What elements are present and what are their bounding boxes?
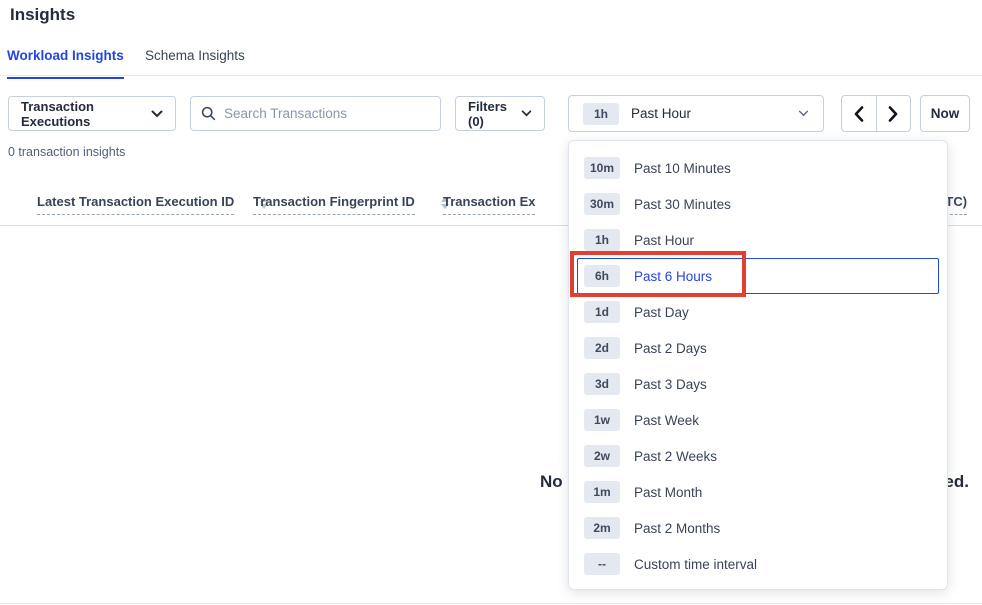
time-interval-option[interactable]: 2m Past 2 Months bbox=[577, 510, 939, 546]
interval-badge: 1w bbox=[584, 409, 620, 431]
interval-badge: 30m bbox=[584, 193, 620, 215]
time-interval-option[interactable]: 2w Past 2 Weeks bbox=[577, 438, 939, 474]
now-button[interactable]: Now bbox=[920, 95, 970, 132]
interval-label: Past Day bbox=[634, 305, 689, 320]
interval-label: Past 2 Days bbox=[634, 341, 707, 356]
table-column-header[interactable]: Latest Transaction Execution ID bbox=[37, 194, 268, 215]
search-transactions-box[interactable] bbox=[190, 96, 441, 131]
interval-badge: 1h bbox=[584, 229, 620, 251]
bottom-divider bbox=[0, 603, 982, 604]
table-column-header[interactable]: Transaction Ex bbox=[443, 194, 535, 215]
interval-badge: -- bbox=[584, 553, 620, 575]
chevron-left-icon bbox=[854, 106, 864, 122]
interval-badge: 2d bbox=[584, 337, 620, 359]
interval-label: Past Hour bbox=[634, 233, 694, 248]
time-interval-option[interactable]: 10m Past 10 Minutes bbox=[577, 150, 939, 186]
interval-label: Past Month bbox=[634, 485, 702, 500]
interval-label: Past 2 Months bbox=[634, 521, 720, 536]
column-label: Transaction Fingerprint ID bbox=[253, 194, 415, 215]
interval-badge: 2m bbox=[584, 517, 620, 539]
interval-badge: 1m bbox=[584, 481, 620, 503]
time-interval-option[interactable]: 30m Past 30 Minutes bbox=[577, 186, 939, 222]
interval-badge: 10m bbox=[584, 157, 620, 179]
interval-label: Past 6 Hours bbox=[634, 269, 712, 284]
interval-label: Past 30 Minutes bbox=[634, 197, 731, 212]
interval-badge: 1d bbox=[584, 301, 620, 323]
interval-label: Past Week bbox=[634, 413, 699, 428]
time-interval-option[interactable]: 6h Past 6 Hours bbox=[577, 258, 939, 294]
time-interval-option[interactable]: 1h Past Hour bbox=[577, 222, 939, 258]
time-pager bbox=[841, 95, 911, 132]
column-label: Latest Transaction Execution ID bbox=[37, 194, 234, 215]
table-column-header[interactable]: Transaction Fingerprint ID bbox=[253, 194, 449, 215]
column-label: Transaction Ex bbox=[443, 194, 535, 215]
time-interval-option[interactable]: 1d Past Day bbox=[577, 294, 939, 330]
time-interval-option[interactable]: -- Custom time interval bbox=[577, 546, 939, 582]
time-interval-option[interactable]: 1m Past Month bbox=[577, 474, 939, 510]
chevron-down-icon bbox=[798, 110, 809, 117]
time-interval-option[interactable]: 1w Past Week bbox=[577, 402, 939, 438]
tab-schema-insights[interactable]: Schema Insights bbox=[145, 48, 245, 77]
transaction-type-label: Transaction Executions bbox=[21, 99, 151, 129]
time-interval-dropdown-menu: 10m Past 10 Minutes 30m Past 30 Minutes … bbox=[568, 140, 948, 590]
search-input[interactable] bbox=[224, 106, 430, 121]
previous-interval-button[interactable] bbox=[842, 96, 877, 131]
time-interval-option[interactable]: 3d Past 3 Days bbox=[577, 366, 939, 402]
next-interval-button[interactable] bbox=[877, 96, 911, 131]
chevron-down-icon bbox=[521, 110, 532, 117]
interval-badge: 3d bbox=[584, 373, 620, 395]
insights-page: Insights Workload Insights Schema Insigh… bbox=[0, 0, 982, 605]
interval-label: Past 10 Minutes bbox=[634, 161, 731, 176]
chevron-down-icon bbox=[151, 110, 163, 118]
interval-label: Custom time interval bbox=[634, 557, 757, 572]
interval-label: Past 3 Days bbox=[634, 377, 707, 392]
tab-workload-insights[interactable]: Workload Insights bbox=[7, 48, 124, 79]
time-interval-selector[interactable]: 1h Past Hour bbox=[568, 95, 824, 132]
tab-bar: Workload Insights Schema Insights bbox=[0, 44, 982, 76]
filters-label: Filters (0) bbox=[468, 99, 521, 129]
interval-badge: 6h bbox=[584, 265, 620, 287]
time-interval-option[interactable]: 2d Past 2 Days bbox=[577, 330, 939, 366]
filters-button[interactable]: Filters (0) bbox=[455, 96, 545, 131]
interval-badge: 2w bbox=[584, 445, 620, 467]
insights-count: 0 transaction insights bbox=[8, 145, 125, 159]
interval-label: Past 2 Weeks bbox=[634, 449, 717, 464]
chevron-right-icon bbox=[888, 106, 898, 122]
time-interval-badge: 1h bbox=[583, 103, 619, 125]
transaction-type-dropdown[interactable]: Transaction Executions bbox=[8, 96, 176, 131]
page-title: Insights bbox=[10, 5, 75, 25]
time-interval-label: Past Hour bbox=[631, 106, 798, 121]
search-icon bbox=[201, 106, 216, 121]
